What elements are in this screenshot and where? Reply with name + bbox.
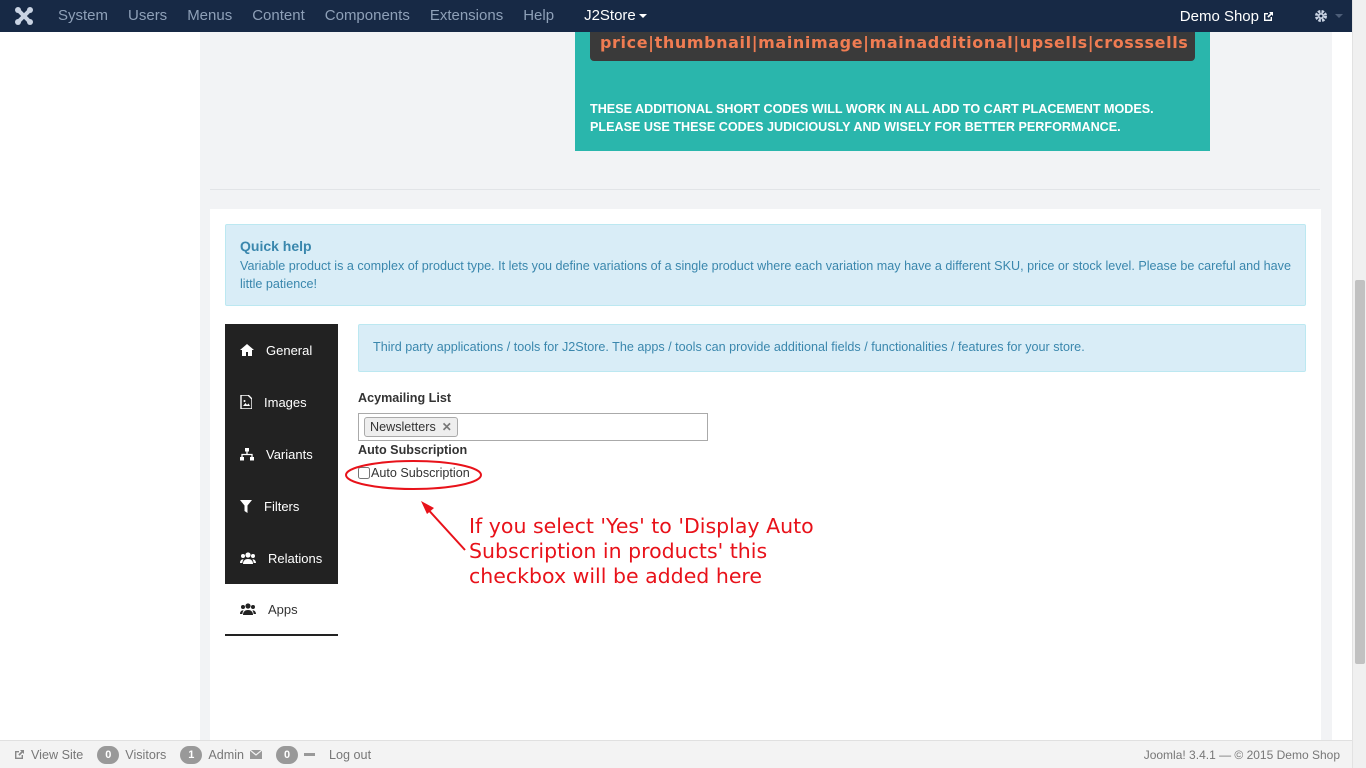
tab-filters-label: Filters — [264, 498, 300, 514]
tab-apps[interactable]: Apps — [225, 584, 338, 636]
envelope-icon — [250, 750, 263, 759]
tab-relations-label: Relations — [268, 550, 323, 566]
users-icon — [240, 552, 256, 564]
visitors-label: Visitors — [125, 747, 167, 762]
visitors-count-badge: 0 — [97, 745, 120, 764]
menu-system[interactable]: System — [48, 0, 118, 32]
annotation-callout: If you select 'Yes' to 'Display Auto Sub… — [469, 514, 814, 588]
remove-chip-icon[interactable]: ✕ — [442, 420, 452, 434]
page-scrollbar[interactable] — [1352, 0, 1366, 768]
admin-count-badge: 1 — [180, 745, 203, 764]
selected-list-label: Newsletters — [370, 420, 436, 434]
quick-help-text: Variable product is a complex of product… — [240, 259, 1291, 291]
tab-relations[interactable]: Relations — [225, 532, 338, 584]
auto-subscription-checkbox[interactable] — [358, 467, 370, 479]
tab-apps-label: Apps — [268, 601, 298, 617]
menu-menus[interactable]: Menus — [177, 0, 242, 32]
quick-help-alert: Quick help Variable product is a complex… — [225, 224, 1306, 306]
chevron-down-icon — [638, 14, 647, 19]
tab-variants[interactable]: Variants — [225, 428, 338, 480]
shortcode-notice-text: THESE ADDITIONAL SHORT CODES WILL WORK I… — [590, 100, 1154, 136]
users-icon — [240, 603, 256, 615]
menu-users[interactable]: Users — [118, 0, 177, 32]
scrollbar-thumb[interactable] — [1355, 280, 1365, 664]
shortcode-list: price|thumbnail|mainimage|mainadditional… — [590, 32, 1195, 61]
menu-j2store[interactable]: J2Store — [564, 0, 657, 32]
admin-label: Admin — [208, 747, 245, 762]
minus-icon — [304, 753, 316, 756]
tab-general-label: General — [266, 342, 313, 358]
settings-menu[interactable] — [1304, 9, 1352, 23]
copyright-text: Joomla! 3.4.1 — © 2015 Demo Shop — [1143, 748, 1340, 762]
acymailing-list-select[interactable]: Newsletters ✕ — [358, 413, 708, 441]
acymailing-list-label: Acymailing List — [358, 391, 452, 405]
top-navbar: System Users Menus Content Components Ex… — [0, 0, 1352, 32]
tab-images[interactable]: Images — [225, 376, 338, 428]
notice-line-1: THESE ADDITIONAL SHORT CODES WILL WORK I… — [590, 102, 1154, 116]
tab-general[interactable]: General — [225, 324, 338, 376]
admin-indicator: 1 Admin — [180, 745, 263, 764]
tab-images-label: Images — [264, 394, 307, 410]
shortcode-notice: price|thumbnail|mainimage|mainadditional… — [575, 32, 1210, 151]
divider — [210, 189, 1320, 190]
view-site-label: View Site — [31, 747, 84, 762]
home-icon — [240, 344, 254, 356]
tab-filters[interactable]: Filters — [225, 480, 338, 532]
menu-help[interactable]: Help — [513, 0, 564, 32]
external-link-icon — [15, 750, 24, 759]
messages-count-badge: 0 — [276, 745, 299, 764]
joomla-logo-icon[interactable] — [0, 0, 48, 32]
menu-j2store-label: J2Store — [584, 7, 636, 24]
demo-shop-link[interactable]: Demo Shop — [1180, 8, 1304, 25]
logout-link[interactable]: Log out — [329, 748, 371, 762]
external-link-icon — [1264, 11, 1273, 21]
chevron-down-icon — [1334, 14, 1343, 18]
image-icon — [240, 395, 252, 409]
notice-line-2: PLEASE USE THESE CODES JUDICIOUSLY AND W… — [590, 120, 1121, 134]
messages-indicator[interactable]: 0 — [276, 745, 316, 764]
menu-extensions[interactable]: Extensions — [420, 0, 513, 32]
gear-icon — [1314, 10, 1327, 22]
quick-help-title: Quick help — [240, 238, 312, 254]
menu-components[interactable]: Components — [315, 0, 420, 32]
auto-subscription-option: Auto Subscription — [358, 466, 470, 480]
auto-subscription-checkbox-label: Auto Subscription — [371, 466, 470, 480]
demo-shop-label: Demo Shop — [1179, 7, 1259, 25]
selected-list-chip: Newsletters ✕ — [364, 417, 458, 437]
menu-content[interactable]: Content — [242, 0, 315, 32]
sitemap-icon — [240, 447, 254, 460]
visitors-indicator: 0 Visitors — [97, 745, 167, 764]
apps-info-alert: Third party applications / tools for J2S… — [358, 324, 1306, 372]
tab-variants-label: Variants — [266, 446, 313, 462]
view-site-link[interactable]: View Site — [14, 748, 83, 762]
product-tabs: General Images Variants Filters Relation… — [225, 324, 338, 636]
auto-subscription-heading: Auto Subscription — [358, 443, 468, 457]
filter-icon — [240, 499, 252, 513]
status-bar: View Site 0 Visitors 1 Admin 0 Log out J… — [0, 740, 1352, 768]
